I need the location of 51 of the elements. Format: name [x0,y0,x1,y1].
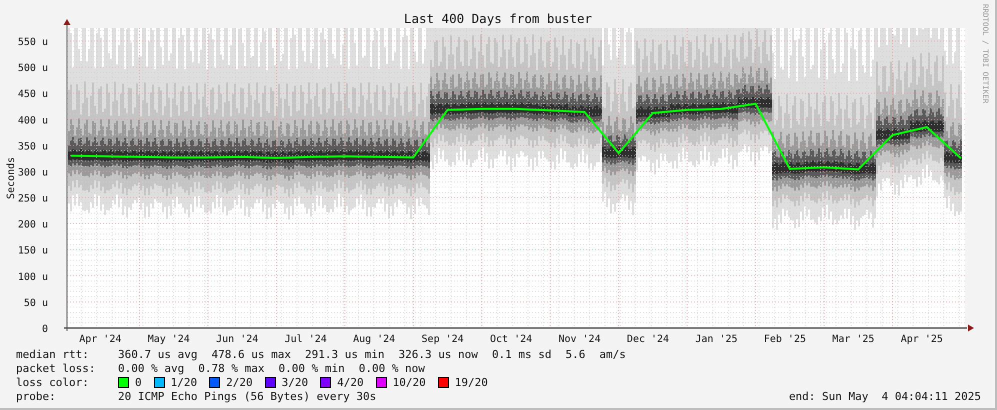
y-tick-label: 500 u [18,63,48,74]
y-tick-label: 400 u [18,115,48,126]
y-tick-label: 250 u [18,194,48,205]
x-tick-label: Aug '24 [353,334,396,345]
end-time: end: Sun May 4 04:04:11 2025 [788,390,981,402]
y-tick-label: 550 u [18,37,48,48]
y-tick-label: 0 [42,324,48,335]
legend-label: probe: [16,390,57,402]
legend-value: 0 [135,376,142,388]
x-tick-label: Dec '24 [626,334,670,345]
legend-value: 4/20 [337,376,364,388]
y-tick-label: 300 u [18,167,48,178]
x-tick-label: Sep '24 [422,334,464,345]
y-tick-label: 200 u [18,220,48,231]
legend-label: packet loss: [16,362,96,374]
x-tick-label: Jan '25 [695,334,738,345]
legend-value: 291.3 us min [304,348,384,360]
legend-value: 0.1 ms sd [492,348,552,360]
x-tick-label: Oct '24 [490,334,532,345]
y-tick-label: 50 u [24,298,48,309]
x-tick-label: Apr '24 [79,334,122,345]
legend-value: 0.00 % avg [118,362,184,374]
axis-label: Seconds [6,156,17,200]
legend-value: 326.3 us now [398,348,478,360]
y-tick-label: 350 u [18,141,48,152]
legend-value: 0.00 % now [358,362,425,374]
legend-value: 10/20 [392,376,426,388]
legend-value: 1/20 [170,376,198,388]
x-tick-label: Jul '24 [284,334,327,345]
y-tick-label: 150 u [18,246,48,257]
x-tick-label: Jun '24 [216,334,258,345]
x-tick-label: May '24 [148,334,190,345]
legend-value: 5.6 [566,348,586,360]
y-tick-label: 450 u [18,89,48,100]
legend-value: am/s [599,348,626,360]
legend-value: 20 ICMP Echo Pings (56 Bytes) every 30s [118,390,376,402]
legend-value: 478.6 us max [211,348,291,360]
legend-label: loss color: [16,376,90,388]
legend-value: 360.7 us avg [118,348,198,360]
x-tick-label: Nov '24 [558,334,601,345]
x-tick-label: Mar '25 [832,334,874,345]
legend-value: 2/20 [226,376,253,388]
legend-value: 0.00 % min [278,362,345,374]
legend-value: 19/20 [454,376,488,388]
chart-title: Last 400 Days from buster [404,11,592,26]
y-tick-label: 100 u [18,272,48,283]
legend-value: 0.78 % max [198,362,264,374]
legend-label: median rtt: [16,348,90,360]
legend-value: 3/20 [282,376,308,388]
x-tick-label: Apr '25 [900,334,943,345]
x-tick-label: Feb '25 [764,334,806,345]
